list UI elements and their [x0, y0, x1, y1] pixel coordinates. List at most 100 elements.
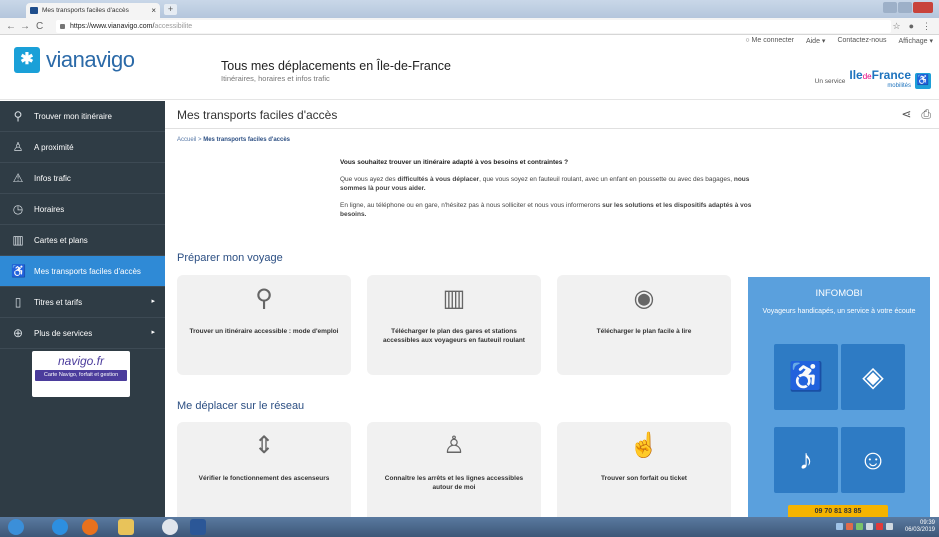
idf-logo-icon: ♿ [915, 73, 931, 89]
lock-icon [60, 24, 65, 29]
navigo-logo: navigo.fr [57, 354, 105, 368]
contact-link[interactable]: Contactez-nous [837, 37, 886, 45]
wheelchair-icon[interactable]: ♿ [774, 344, 838, 410]
bookmark-star-icon[interactable]: ☆ [892, 19, 900, 34]
sidebar-item-label: Infos trafic [34, 173, 71, 183]
logo-text: vianavigo [46, 47, 135, 72]
explorer-folder-icon[interactable] [118, 519, 134, 535]
browser-tab-bar: Mes transports faciles d'accès × + [0, 0, 939, 18]
idf-mobilites-logo[interactable]: Un service IledeFrance mobilités ♿ [815, 69, 931, 89]
mental-impairment-icon[interactable]: ☺ [841, 427, 905, 493]
map-pin-route-icon: ⚲ [255, 285, 273, 312]
intro-paragraph-2: En ligne, au téléphone ou en gare, n'hés… [340, 202, 752, 218]
sidebar-item-label: Trouver mon itinéraire [34, 111, 112, 121]
sidebar-item-itineraire[interactable]: ⚲ Trouver mon itinéraire [0, 101, 165, 132]
map-icon: ▥ [12, 233, 24, 247]
map-wheelchair-icon: ▥ [442, 285, 466, 312]
card-label: Télécharger le plan des gares et station… [383, 328, 525, 344]
brand-sub: mobilités [887, 83, 911, 89]
sidebar-item-services[interactable]: ⊕ Plus de services ▸ [0, 318, 165, 349]
card-label: Trouver son forfait ou ticket [601, 475, 687, 482]
hearing-impairment-icon[interactable]: ♪ [774, 427, 838, 493]
card-label: Vérifier le fonctionnement des ascenseur… [198, 475, 330, 482]
clock-time: 09:39 [919, 520, 935, 526]
map-eye-icon: ◉ [633, 285, 655, 312]
card-plan-facile[interactable]: ◉ Télécharger le plan facile à lire [557, 275, 731, 375]
breadcrumb-home[interactable]: Accueil [177, 137, 196, 143]
card-ascenseurs[interactable]: ⇕ Vérifier le fonctionnement des ascense… [177, 422, 351, 522]
print-icon[interactable]: ⎙ [921, 107, 931, 122]
ie-icon[interactable] [52, 519, 68, 535]
brand-name: IledeFrance [849, 68, 911, 82]
tray-icon[interactable] [846, 523, 853, 530]
new-tab-button[interactable]: + [164, 4, 177, 15]
close-window-icon[interactable] [913, 2, 933, 13]
site-header: ✱ vianavigo Tous mes déplacements en Île… [0, 35, 939, 100]
vianavigo-logo[interactable]: ✱ vianavigo [14, 47, 135, 73]
clock-icon: ◷ [12, 202, 24, 216]
account-icon[interactable]: ● [909, 19, 914, 34]
volume-icon[interactable] [886, 523, 893, 530]
breadcrumb-current: Mes transports faciles d'accès [203, 137, 291, 143]
map-pin-icon: ⚲ [13, 109, 23, 123]
page-header: Mes transports faciles d'accès ⋖ ⎙ [165, 101, 939, 129]
help-link[interactable]: Aide ▾ [806, 37, 825, 45]
sidebar-item-accessibilite[interactable]: ♿ Mes transports faciles d'accès [0, 256, 165, 287]
plus-icon: ⊕ [12, 326, 24, 340]
sidebar-item-proximite[interactable]: ♙ A proximité [0, 132, 165, 163]
reload-icon[interactable]: C [36, 19, 43, 34]
address-bar[interactable]: https://www.vianavigo.com/accessibilite [56, 20, 891, 33]
section-title-deplacer: Me déplacer sur le réseau [177, 400, 305, 412]
forward-icon[interactable]: → [20, 19, 30, 34]
screen: Mes transports faciles d'accès × + ← → C… [0, 0, 939, 537]
sidebar-item-cartes[interactable]: ▥ Cartes et plans [0, 225, 165, 256]
display-link[interactable]: Affichage ▾ [898, 37, 933, 45]
card-label: Trouver un itinéraire accessible : mode … [189, 328, 339, 335]
tray-icon[interactable] [836, 523, 843, 530]
tab-title: Mes transports faciles d'accès [42, 7, 129, 14]
card-arrets-accessibles[interactable]: ♙ Connaître les arrêts et les lignes acc… [367, 422, 541, 522]
back-icon[interactable]: ← [6, 19, 16, 34]
media-player-icon[interactable] [82, 519, 98, 535]
page-actions: ⋖ ⎙ [901, 107, 931, 122]
clock[interactable]: 09:39 06/03/2019 [905, 520, 935, 534]
sidebar-item-label: Horaires [34, 204, 65, 214]
sidebar-item-titres[interactable]: ▯ Titres et tarifs ▸ [0, 287, 165, 318]
card-itineraire-accessible[interactable]: ⚲ Trouver un itinéraire accessible : mod… [177, 275, 351, 375]
close-tab-icon[interactable]: × [151, 3, 156, 18]
service-label: Un service [814, 78, 846, 85]
word-icon[interactable] [190, 519, 206, 535]
tray-icon[interactable] [866, 523, 873, 530]
card-label: Télécharger le plan facile à lire [596, 328, 692, 335]
sidebar-item-horaires[interactable]: ◷ Horaires [0, 194, 165, 225]
intro-question: Vous souhaitez trouver un itinéraire ada… [340, 159, 569, 166]
person-location-icon: ♙ [443, 432, 465, 459]
card-forfait-ticket[interactable]: ☝ Trouver son forfait ou ticket [557, 422, 731, 522]
login-link[interactable]: ○ Me connecter [745, 37, 794, 45]
tagline: Tous mes déplacements en Île-de-France I… [221, 59, 451, 83]
brand: IledeFrance mobilités [849, 69, 911, 89]
card-plan-gares-accessibles[interactable]: ▥ Télécharger le plan des gares et stati… [367, 275, 541, 375]
menu-icon[interactable]: ⋮ [922, 19, 931, 34]
navigo-card[interactable]: navigo.fr Carte Navigo, forfait et gesti… [32, 351, 130, 397]
chevron-right-icon: ▸ [151, 298, 155, 305]
sidebar-item-infos-trafic[interactable]: ⚠ Infos trafic [0, 163, 165, 194]
page-title: Mes transports faciles d'accès [177, 108, 338, 122]
sidebar-item-label: Cartes et plans [34, 235, 88, 245]
site-title: Tous mes déplacements en Île-de-France [221, 59, 451, 73]
minimize-icon[interactable] [883, 2, 897, 13]
chrome-icon[interactable] [162, 519, 178, 535]
logo-person-icon: ✱ [14, 47, 40, 73]
accessibility-icon: ♿ [11, 264, 26, 278]
favicon-icon [30, 7, 38, 14]
start-button-icon[interactable] [8, 519, 24, 535]
clock-date: 06/03/2019 [904, 527, 935, 533]
browser-tab[interactable]: Mes transports faciles d'accès × [26, 3, 160, 18]
tray-icon[interactable] [856, 523, 863, 530]
maximize-icon[interactable] [898, 2, 912, 13]
main-content: Mes transports faciles d'accès ⋖ ⎙ Accue… [165, 101, 939, 522]
share-icon[interactable]: ⋖ [901, 107, 911, 122]
tray-icon[interactable] [876, 523, 883, 530]
visual-impairment-icon[interactable]: ◈ [841, 344, 905, 410]
infomobi-phone-button[interactable]: 09 70 81 83 85 [788, 505, 888, 517]
